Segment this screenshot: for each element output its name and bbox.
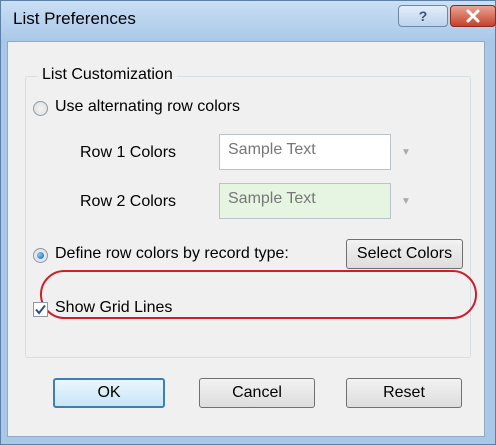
- row1-colors-label: Row 1 Colors: [80, 144, 177, 161]
- alternating-colors-label[interactable]: Use alternating row colors: [55, 98, 240, 116]
- row1-dropdown-icon[interactable]: ▼: [399, 134, 413, 170]
- reset-label: Reset: [383, 384, 425, 401]
- row1-color-sample[interactable]: Sample Text: [219, 134, 391, 170]
- help-icon: ?: [418, 8, 428, 24]
- cancel-label: Cancel: [232, 384, 282, 401]
- reset-button[interactable]: Reset: [346, 378, 462, 408]
- ok-button[interactable]: OK: [53, 378, 165, 408]
- select-colors-label: Select Colors: [356, 245, 453, 262]
- close-button[interactable]: [450, 5, 496, 27]
- dialog-body: List Customization Use alternating row c…: [7, 41, 485, 437]
- record-type-radio[interactable]: [33, 248, 48, 263]
- ok-label: OK: [97, 384, 121, 401]
- cancel-button[interactable]: Cancel: [199, 378, 315, 408]
- alternating-colors-radio[interactable]: [33, 101, 48, 116]
- show-grid-lines-checkbox[interactable]: [33, 302, 48, 317]
- row2-color-sample[interactable]: Sample Text: [219, 183, 391, 219]
- show-grid-lines-label[interactable]: Show Grid Lines: [55, 299, 172, 317]
- row2-dropdown-icon[interactable]: ▼: [399, 183, 413, 219]
- help-button[interactable]: ?: [398, 5, 448, 27]
- row2-colors-label: Row 2 Colors: [80, 193, 177, 210]
- close-icon: [466, 9, 480, 23]
- checkmark-icon: [35, 304, 46, 315]
- window-title: List Preferences: [13, 9, 136, 28]
- record-type-label[interactable]: Define row colors by record type:: [55, 245, 289, 263]
- select-colors-button[interactable]: Select Colors: [346, 239, 463, 269]
- title-bar[interactable]: List Preferences ?: [1, 1, 496, 41]
- group-title: List Customization: [38, 66, 177, 84]
- dialog-window: List Preferences ? List Customization Us…: [0, 0, 496, 445]
